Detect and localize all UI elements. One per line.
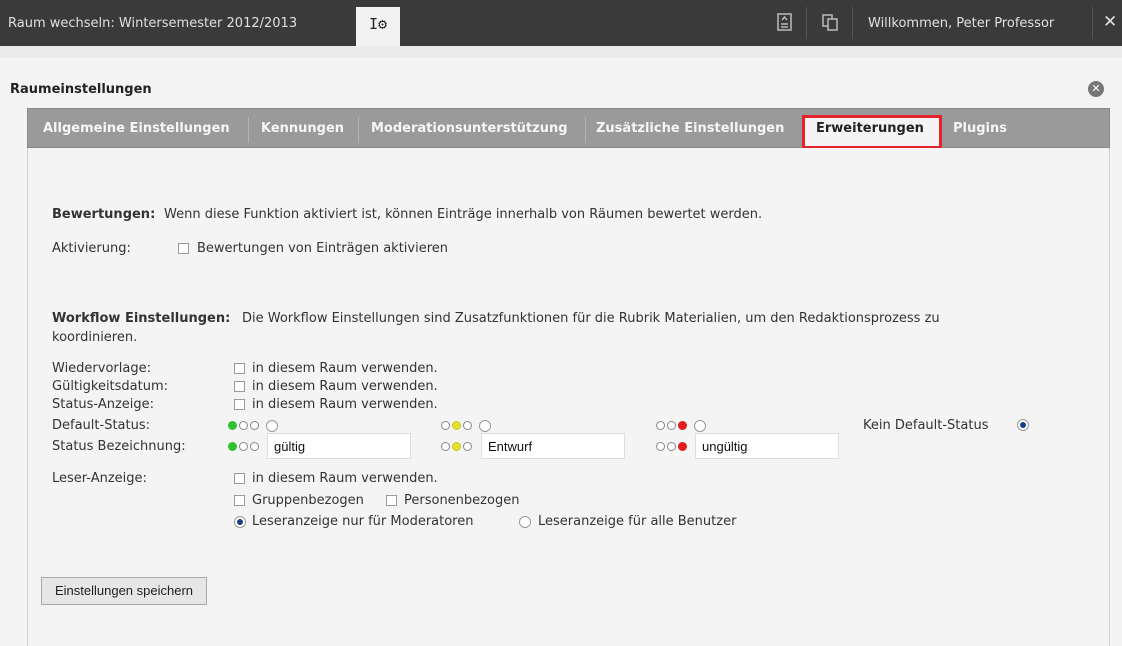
dialog-close-icon[interactable]: ✕ [1088, 81, 1104, 97]
resubmission-checkbox-label[interactable]: in diesem Raum verwenden. [252, 361, 438, 376]
green-light-icon [228, 442, 237, 451]
close-icon[interactable]: ✕ [1103, 12, 1117, 32]
person-based-label[interactable]: Personenbezogen [404, 493, 519, 508]
room-settings-tab[interactable]: I⚙ [356, 7, 400, 46]
workflow-description-cont: koordinieren. [52, 330, 138, 345]
empty-light-icon [239, 421, 248, 430]
reader-all-users-radio[interactable] [519, 516, 531, 528]
default-status-red-radio[interactable] [694, 420, 706, 432]
yellow-light-icon [452, 421, 461, 430]
welcome-user-link[interactable]: Willkommen, Peter Professor [868, 16, 1054, 31]
document-list-icon[interactable] [775, 12, 795, 32]
yellow-status-lights [441, 442, 472, 451]
dialog-title: Raumeinstellungen [10, 82, 152, 97]
no-default-status-radio[interactable] [1017, 419, 1029, 431]
ratings-activate-checkbox[interactable] [178, 243, 189, 254]
default-status-label: Default-Status: [52, 418, 150, 433]
tab-identifiers[interactable]: Kennungen [261, 121, 344, 136]
empty-light-icon [239, 442, 248, 451]
status-display-label: Status-Anzeige: [52, 397, 155, 412]
validity-date-label: Gültigkeitsdatum: [52, 379, 169, 394]
empty-light-icon [656, 442, 665, 451]
empty-light-icon [441, 421, 450, 430]
red-status-lights [656, 421, 687, 430]
reader-moderators-label[interactable]: Leseranzeige nur für Moderatoren [252, 514, 473, 529]
reader-display-checkbox[interactable] [234, 473, 245, 484]
ratings-activation-label: Aktivierung: [52, 241, 131, 256]
tab-content-extensions: Bewertungen: Wenn diese Funktion aktivie… [27, 148, 1110, 646]
no-default-status-label: Kein Default-Status [863, 418, 989, 433]
reader-all-users-label[interactable]: Leseranzeige für alle Benutzer [538, 514, 736, 529]
tab-divider [248, 117, 249, 143]
reader-display-label: Leser-Anzeige: [52, 471, 147, 486]
empty-light-icon [656, 421, 665, 430]
settings-icon: I⚙ [369, 15, 388, 33]
resubmission-label: Wiedervorlage: [52, 361, 151, 376]
yellow-status-lights [441, 421, 472, 430]
default-status-yellow-radio[interactable] [479, 420, 491, 432]
status-yellow-name-input[interactable]: Entwurf [481, 433, 625, 459]
tab-general-settings[interactable]: Allgemeine Einstellungen [43, 121, 230, 136]
status-display-checkbox[interactable] [234, 399, 245, 410]
tab-divider [585, 117, 586, 143]
tab-divider [358, 117, 359, 143]
empty-light-icon [250, 421, 259, 430]
validity-date-checkbox[interactable] [234, 381, 245, 392]
reader-moderators-radio[interactable] [234, 516, 246, 528]
empty-light-icon [667, 442, 676, 451]
settings-tab-bar: Allgemeine Einstellungen Kennungen Moder… [27, 108, 1110, 149]
validity-date-checkbox-label[interactable]: in diesem Raum verwenden. [252, 379, 438, 394]
red-status-lights [656, 442, 687, 451]
reader-display-checkbox-label[interactable]: in diesem Raum verwenden. [252, 471, 438, 486]
top-bar: Raum wechseln: Wintersemester 2012/2013 … [0, 0, 1122, 46]
status-names-label: Status Bezeichnung: [52, 439, 186, 454]
room-settings-dialog: Raumeinstellungen ✕ Allgemeine Einstellu… [0, 58, 1122, 646]
default-status-green-radio[interactable] [266, 420, 278, 432]
status-display-checkbox-label[interactable]: in diesem Raum verwenden. [252, 397, 438, 412]
separator [1092, 7, 1093, 39]
group-based-checkbox[interactable] [234, 495, 245, 506]
ratings-activate-checkbox-label[interactable]: Bewertungen von Einträgen aktivieren [197, 241, 448, 256]
green-light-icon [228, 421, 237, 430]
empty-light-icon [250, 442, 259, 451]
separator [852, 7, 853, 39]
save-settings-button[interactable]: Einstellungen speichern [41, 577, 207, 605]
copy-icon[interactable] [820, 12, 840, 32]
green-status-lights [228, 421, 259, 430]
tab-additional-settings[interactable]: Zusätzliche Einstellungen [596, 121, 784, 136]
red-light-icon [678, 442, 687, 451]
empty-light-icon [463, 421, 472, 430]
ratings-heading: Bewertungen: [52, 207, 156, 222]
tab-plugins[interactable]: Plugins [953, 121, 1007, 136]
status-green-name-input[interactable]: gültig [267, 433, 411, 459]
workflow-description: Die Workflow Einstellungen sind Zusatzfu… [242, 311, 940, 326]
group-based-label[interactable]: Gruppenbezogen [252, 493, 364, 508]
green-status-lights [228, 442, 259, 451]
tab-extensions[interactable]: Erweiterungen [816, 121, 924, 136]
yellow-light-icon [452, 442, 461, 451]
workflow-heading: Workflow Einstellungen: [52, 311, 231, 326]
empty-light-icon [667, 421, 676, 430]
room-switch-link[interactable]: Raum wechseln: Wintersemester 2012/2013 [8, 16, 297, 31]
red-light-icon [678, 421, 687, 430]
separator [806, 7, 807, 39]
empty-light-icon [441, 442, 450, 451]
empty-light-icon [463, 442, 472, 451]
ratings-description: Wenn diese Funktion aktiviert ist, könne… [164, 207, 763, 222]
tab-moderation-support[interactable]: Moderationsunterstützung [371, 121, 568, 136]
person-based-checkbox[interactable] [386, 495, 397, 506]
resubmission-checkbox[interactable] [234, 363, 245, 374]
status-red-name-input[interactable]: ungültig [695, 433, 839, 459]
